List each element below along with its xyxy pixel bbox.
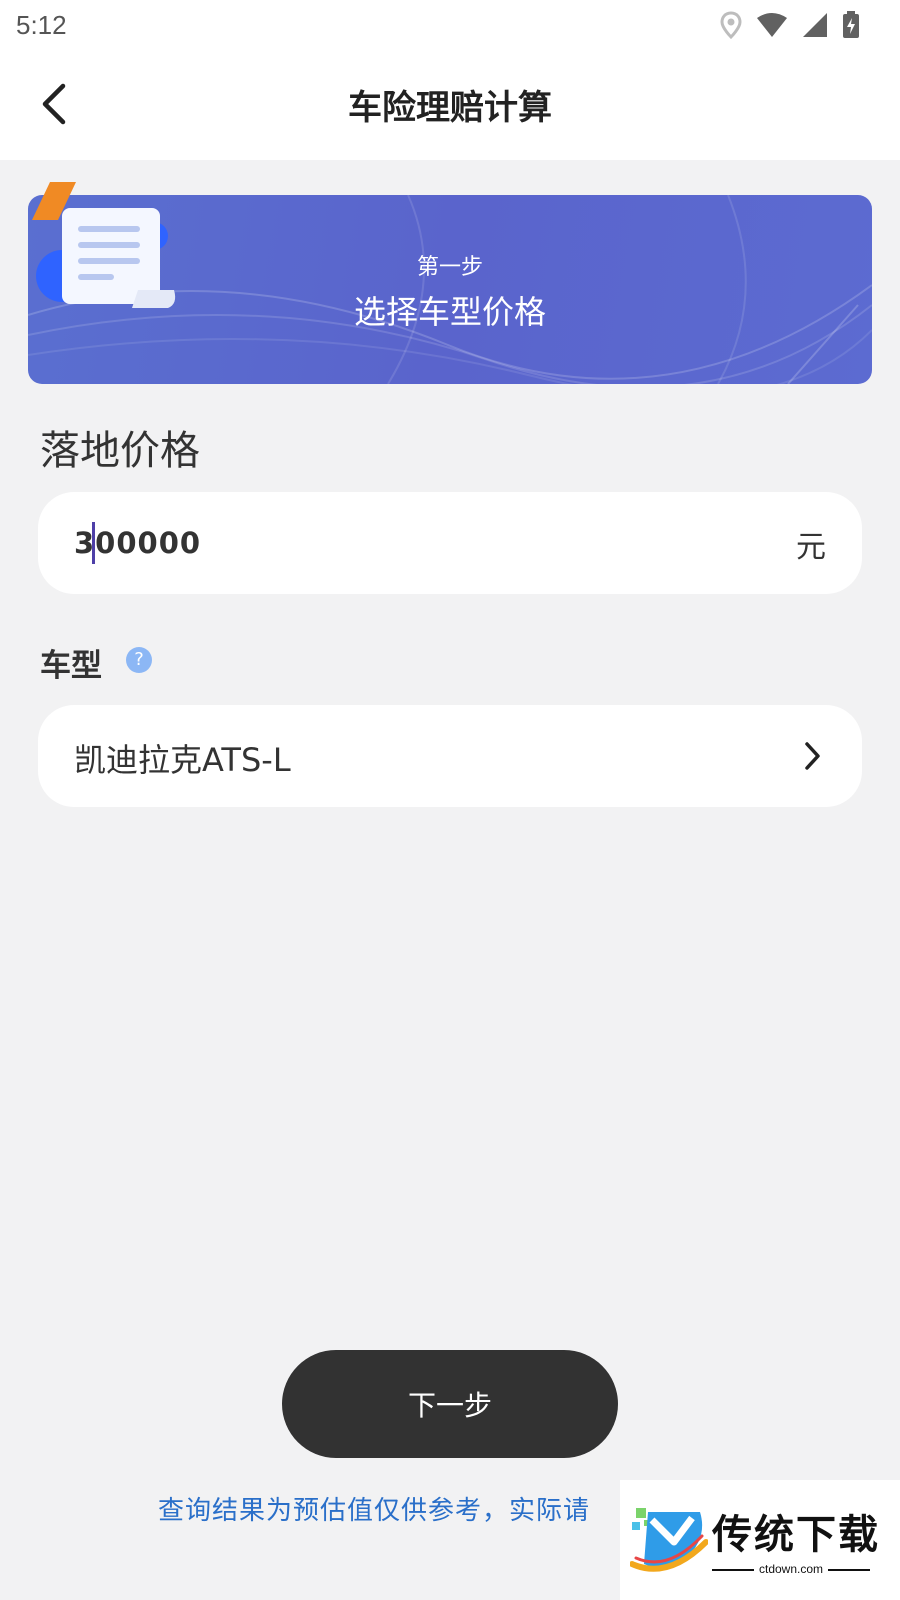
status-icons [720, 8, 860, 42]
chevron-right-icon [805, 742, 820, 770]
text-caret [92, 522, 95, 564]
battery-icon [843, 11, 859, 38]
wifi-icon [757, 13, 787, 37]
price-input[interactable] [74, 492, 714, 594]
status-time: 5:12 [16, 10, 67, 40]
watermark-url: ctdown.com [712, 1562, 870, 1576]
watermark-text: 传统下载 [712, 1512, 880, 1558]
help-icon[interactable]: ? [126, 647, 152, 673]
watermark-logo-icon [630, 1508, 708, 1572]
status-bar: 5:12 [0, 0, 900, 50]
price-unit: 元 [796, 530, 826, 565]
model-selector[interactable]: 凯迪拉克ATS-L [38, 705, 862, 807]
price-field[interactable]: 元 [38, 492, 862, 594]
document-icon [32, 182, 176, 308]
disclaimer-text: 查询结果为预估值仅供参考，实际请 [158, 1496, 591, 1526]
model-value: 凯迪拉克ATS-L [74, 741, 291, 779]
location-icon [720, 11, 742, 39]
watermark: 传统下载 ctdown.com [620, 1480, 900, 1600]
signal-icon [803, 13, 827, 37]
model-label: 车型 [40, 648, 102, 684]
next-button[interactable]: 下一步 [282, 1350, 618, 1458]
nav-header: 车险理赔计算 [0, 50, 900, 160]
page-title: 车险理赔计算 [348, 88, 552, 128]
price-label: 落地价格 [40, 428, 200, 474]
